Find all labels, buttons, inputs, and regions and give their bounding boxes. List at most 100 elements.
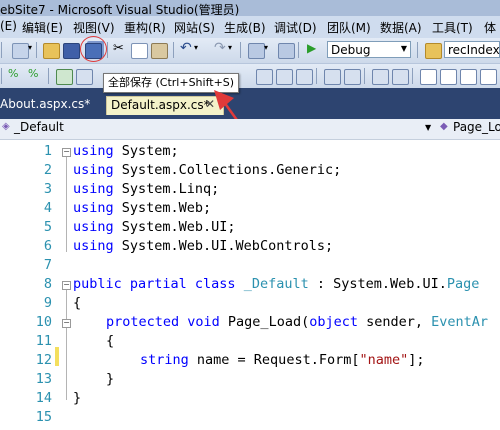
code-token: EventAr <box>431 314 489 330</box>
code-token: System.Collections.Generic; <box>113 162 342 178</box>
code-line: } <box>73 390 81 406</box>
line-number: 6 <box>43 238 52 254</box>
code-line: using System.Web.UI; <box>73 219 236 235</box>
quick-info-icon[interactable] <box>296 69 313 85</box>
toolbar-separator <box>240 42 241 58</box>
code-token: string <box>140 352 189 368</box>
line-number: 9 <box>43 295 52 311</box>
text-editor-toolbar: % % <box>0 64 500 88</box>
increase-indent-icon[interactable] <box>344 69 361 85</box>
redo-icon[interactable]: ↷ <box>214 40 226 56</box>
toolbar-separator <box>298 42 299 58</box>
code-token: System.Web.UI.WebControls; <box>113 238 334 254</box>
code-line: using System; <box>73 143 179 159</box>
menu-item-team[interactable]: 团队(M) <box>327 19 371 36</box>
line-number: 8 <box>43 276 52 292</box>
decrease-indent-icon[interactable] <box>324 69 341 85</box>
dropdown-arrow-icon[interactable]: ▾ <box>228 43 232 52</box>
undo-icon[interactable]: ↶ <box>180 40 192 56</box>
dropdown-arrow-icon[interactable]: ▾ <box>264 43 268 52</box>
menu-item-edit[interactable]: 编辑(E) <box>22 19 63 36</box>
line-number: 1 <box>43 143 52 159</box>
code-token: using <box>73 238 114 254</box>
code-line: { <box>73 295 81 311</box>
open-file-icon[interactable] <box>43 43 60 59</box>
object-browser-icon[interactable] <box>76 69 93 85</box>
collapse-icon[interactable]: − <box>62 281 71 290</box>
navigate-backward-icon[interactable] <box>248 43 265 59</box>
menu-item-data[interactable]: 数据(A) <box>380 19 422 36</box>
toggle-breakpoint-icon[interactable] <box>56 69 73 85</box>
toolbar-separator <box>417 42 418 58</box>
code-token: protected void <box>106 314 220 330</box>
class-icon: ◈ <box>2 121 10 132</box>
uncomment-icon[interactable] <box>392 69 409 85</box>
step-over-icon[interactable]: % <box>28 67 38 80</box>
code-token: : System.Web.UI. <box>308 276 447 292</box>
find-combo[interactable]: recIndex <box>444 41 500 58</box>
toggle-bookmark-icon[interactable] <box>420 69 437 85</box>
solution-configurations-combo[interactable]: Debug ▼ <box>327 41 411 58</box>
dropdown-arrow-icon[interactable]: ▾ <box>28 43 32 52</box>
toolbar-separator <box>1 68 2 84</box>
types-dropdown[interactable]: _Default <box>14 120 64 134</box>
chevron-down-icon[interactable]: ▼ <box>425 123 431 132</box>
menu-item-build[interactable]: 生成(B) <box>224 19 266 36</box>
code-token: } <box>73 390 82 406</box>
dropdown-arrow-icon[interactable]: ▾ <box>194 43 198 52</box>
menu-item-view[interactable]: 视图(V) <box>73 19 115 36</box>
line-number: 15 <box>35 409 52 425</box>
menu-item-debug[interactable]: 调试(D) <box>274 19 317 36</box>
comment-out-icon[interactable] <box>372 69 389 85</box>
code-line: } <box>106 371 114 387</box>
line-number: 7 <box>43 257 52 273</box>
paste-icon[interactable] <box>151 43 168 59</box>
line-number: 10 <box>35 314 52 330</box>
code-line: using System.Collections.Generic; <box>73 162 341 178</box>
solution-configuration-value: Debug <box>331 43 371 57</box>
tab-default-aspx-cs[interactable]: Default.aspx.cs* ✕ <box>106 96 224 115</box>
collapse-icon[interactable]: − <box>62 319 71 328</box>
members-dropdown[interactable]: Page_Loa <box>453 120 500 134</box>
member-list-icon[interactable] <box>256 69 273 85</box>
copy-icon[interactable] <box>131 43 148 59</box>
code-line: using System.Web.UI.WebControls; <box>73 238 333 254</box>
code-token: { <box>73 295 82 311</box>
code-token: using <box>73 143 114 159</box>
tab-about-aspx-cs[interactable]: About.aspx.cs* <box>0 97 90 115</box>
find-in-files-icon[interactable] <box>425 43 442 59</box>
toolbar-separator <box>107 42 108 58</box>
navigate-forward-icon[interactable] <box>278 43 295 59</box>
menu-item-architecture[interactable]: 体 <box>484 19 496 36</box>
code-token: _Default <box>235 276 309 292</box>
next-bookmark-icon[interactable] <box>460 69 477 85</box>
code-token: ]; <box>408 352 425 368</box>
outline-guide <box>66 328 67 383</box>
cut-icon[interactable]: ✂ <box>113 41 124 56</box>
code-editor[interactable]: 1 2 3 4 5 6 7 8 9 10 11 12 13 14 15 − − … <box>0 140 500 430</box>
menu-item-tools[interactable]: 工具(T) <box>432 19 473 36</box>
step-into-icon[interactable]: % <box>8 67 18 80</box>
code-token: Page <box>446 276 480 292</box>
menu-item-file[interactable]: (E) <box>0 19 17 33</box>
collapse-icon[interactable]: − <box>62 148 71 157</box>
previous-bookmark-icon[interactable] <box>440 69 457 85</box>
code-token: object <box>309 314 358 330</box>
code-token: System.Web.UI; <box>113 219 236 235</box>
chevron-down-icon: ▼ <box>400 44 407 53</box>
save-icon[interactable] <box>63 43 80 59</box>
code-line: using System.Web; <box>73 200 211 216</box>
menu-item-refactor[interactable]: 重构(R) <box>124 19 166 36</box>
toolbar-separator <box>364 68 365 84</box>
line-number: 13 <box>35 371 52 387</box>
code-token: sender, <box>357 314 432 330</box>
start-debugging-icon[interactable]: ▶ <box>307 41 316 55</box>
parameter-info-icon[interactable] <box>276 69 293 85</box>
changed-line-marker <box>55 347 59 366</box>
clear-bookmarks-icon[interactable] <box>480 69 497 85</box>
menu-item-website[interactable]: 网站(S) <box>174 19 215 36</box>
add-new-item-icon[interactable] <box>12 43 29 59</box>
code-token: Page_Load( <box>219 314 310 330</box>
code-line: { <box>106 333 114 349</box>
code-line: using System.Linq; <box>73 181 219 197</box>
